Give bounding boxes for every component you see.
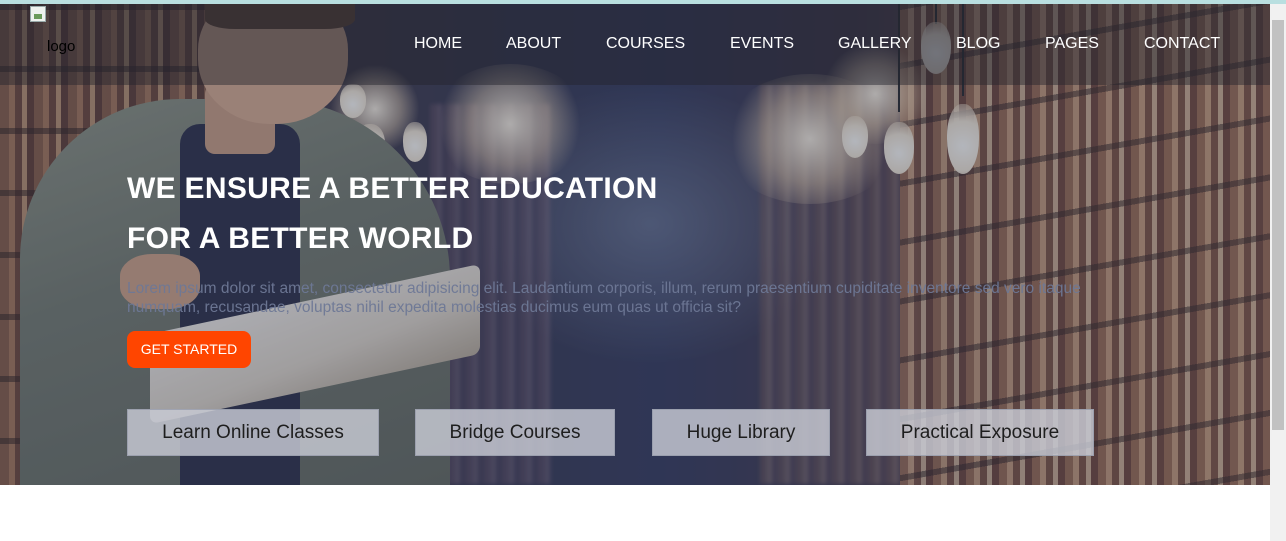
- page-scrollbar[interactable]: [1270, 4, 1286, 541]
- nav-pages[interactable]: PAGES: [1045, 34, 1099, 54]
- hero-paragraph: Lorem ipsum dolor sit amet, consectetur …: [127, 280, 1081, 316]
- nav-home[interactable]: HOME: [414, 34, 462, 54]
- feature-bridge-courses[interactable]: Bridge Courses: [415, 409, 615, 456]
- scrollbar-thumb[interactable]: [1272, 20, 1284, 430]
- navbar: logo HOME ABOUT COURSES EVENTS GALLERY B…: [0, 4, 1270, 85]
- hero-banner: logo HOME ABOUT COURSES EVENTS GALLERY B…: [0, 4, 1270, 485]
- broken-image-icon: [30, 6, 46, 22]
- headline-line-1: WE ENSURE A BETTER EDUCATION: [127, 172, 658, 205]
- get-started-button[interactable]: GET STARTED: [127, 331, 251, 368]
- feature-huge-library[interactable]: Huge Library: [652, 409, 830, 456]
- feature-online-classes[interactable]: Learn Online Classes: [127, 409, 379, 456]
- nav-contact[interactable]: CONTACT: [1144, 34, 1220, 54]
- feature-practical-exposure[interactable]: Practical Exposure: [866, 409, 1094, 456]
- nav-about[interactable]: ABOUT: [506, 34, 561, 54]
- nav-blog[interactable]: BLOG: [956, 34, 1000, 54]
- hero-headline: WE ENSURE A BETTER EDUCATION FOR A BETTE…: [127, 164, 658, 264]
- logo[interactable]: logo: [30, 6, 90, 55]
- nav-events[interactable]: EVENTS: [730, 34, 794, 54]
- logo-alt-text: logo: [47, 38, 76, 55]
- nav-gallery[interactable]: GALLERY: [838, 34, 912, 54]
- nav-courses[interactable]: COURSES: [606, 34, 685, 54]
- headline-line-2: FOR A BETTER WORLD: [127, 222, 474, 255]
